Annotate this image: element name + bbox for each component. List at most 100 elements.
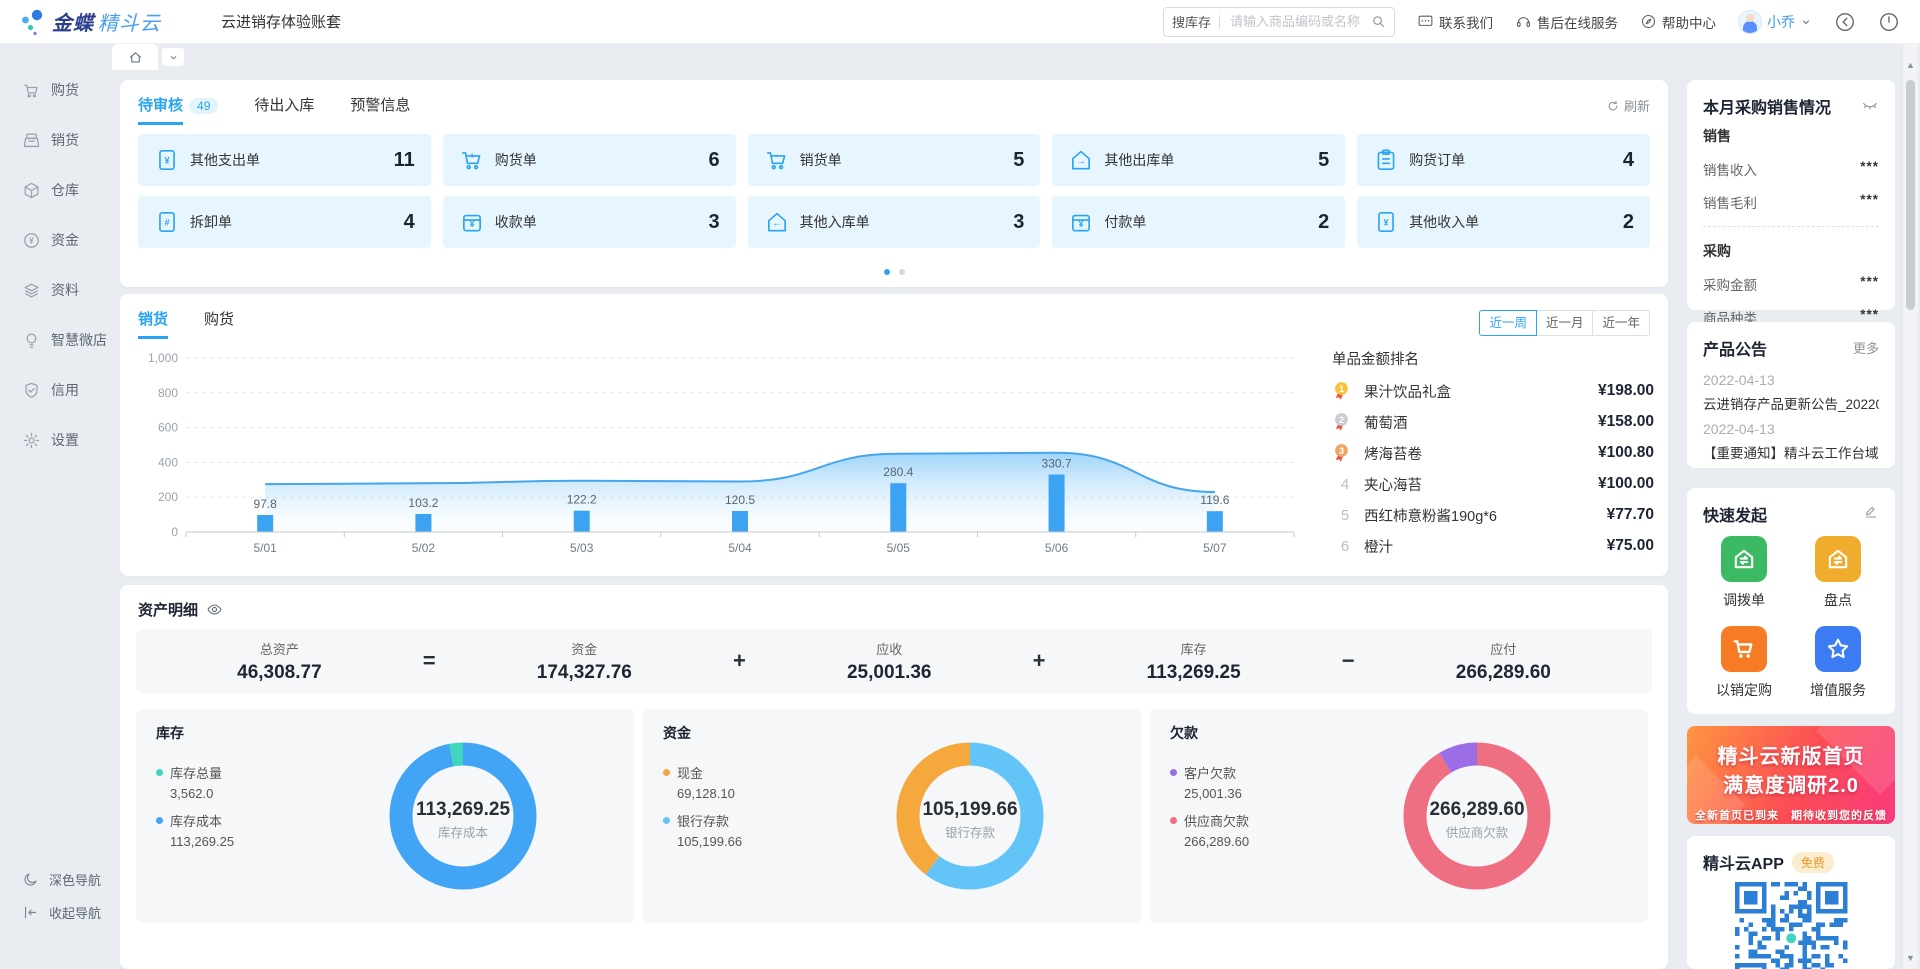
power-button[interactable] — [1878, 11, 1900, 33]
announcements-title: 产品公告 — [1703, 336, 1767, 360]
topbar-link-headset[interactable]: 售后在线服务 — [1515, 12, 1618, 32]
todo-card-count: 2 — [1318, 211, 1329, 234]
scrollbar-thumb[interactable] — [1906, 80, 1915, 310]
stat-value-masked: *** — [1860, 274, 1879, 294]
sidebar-footer-moon[interactable]: 深色导航 — [0, 868, 130, 890]
back-circle-button[interactable] — [1834, 11, 1856, 33]
todo-card-1[interactable]: ¥其他支出单11 — [138, 134, 431, 186]
quick-launch-title: 快速发起 — [1703, 502, 1767, 526]
page-scrollbar[interactable]: ▲ ▼ — [1902, 44, 1918, 969]
topbar-link-compass[interactable]: 帮助中心 — [1640, 12, 1716, 32]
todo-panel: 待审核49 待出入库 预警信息 刷新 ¥其他支出单11+购货单6−销货单5→其他出库… — [120, 80, 1668, 287]
topbar-link-message[interactable]: 联系我们 — [1417, 12, 1493, 32]
stat-value-masked: *** — [1860, 159, 1879, 179]
sidebar-item-2[interactable]: 销货 — [0, 128, 110, 152]
quick-item-1[interactable]: 调拨单 — [1697, 536, 1791, 610]
edit-pencil-icon[interactable] — [1863, 504, 1879, 520]
announcements-more-link[interactable]: 更多 — [1853, 338, 1879, 357]
sidebar-item-6[interactable]: 智慧微店 — [0, 328, 110, 352]
asset-box-title: 欠款 — [1170, 723, 1198, 743]
ranking-row-6[interactable]: 6橙汁¥75.00 — [1332, 537, 1654, 555]
sidebar-footer-collapse[interactable]: 收起导航 — [0, 901, 130, 923]
month-stat-row: 采购金额*** — [1703, 274, 1879, 294]
asset-box-title: 资金 — [663, 723, 691, 743]
todo-card-2[interactable]: +购货单6 — [443, 134, 736, 186]
equation-label: 库存 — [1147, 639, 1241, 658]
svg-text:600: 600 — [158, 421, 178, 435]
survey-banner[interactable]: 精斗云新版首页 满意度调研2.0 全新首页已到来 期待收到您的反馈 — [1687, 726, 1895, 824]
search-scope-label[interactable]: 搜库存 — [1172, 12, 1211, 31]
sidebar-item-7[interactable]: 信用 — [0, 378, 110, 402]
inventory-donut: 113,269.25库存成本 — [378, 731, 548, 901]
search-input[interactable] — [1228, 13, 1371, 30]
pager-dot-1[interactable] — [884, 269, 890, 275]
refresh-button[interactable]: 刷新 — [1606, 96, 1650, 115]
home-tab[interactable] — [112, 44, 158, 70]
equation-label: 总资产 — [237, 639, 322, 658]
svg-text:−: − — [774, 150, 779, 160]
eye-closed-icon[interactable] — [1861, 96, 1879, 114]
legend-item: 库存总量3,562.0 — [156, 763, 234, 801]
medal-icon: 1 — [1332, 381, 1358, 402]
todo-tab-1[interactable]: 待审核49 — [138, 94, 218, 125]
svg-text:800: 800 — [158, 386, 178, 400]
ranking-row-1[interactable]: 1果汁饮品礼盒¥198.00 — [1332, 382, 1654, 400]
debt-donut: 266,289.60供应商欠款 — [1392, 731, 1562, 901]
sidebar-item-5[interactable]: 资料 — [0, 278, 110, 302]
month-stat-row: 销售毛利*** — [1703, 192, 1879, 212]
tab-list-dropdown[interactable] — [162, 48, 184, 66]
sidebar-item-4[interactable]: ¥资金 — [0, 228, 110, 252]
todo-tab-2[interactable]: 待出入库 — [254, 94, 314, 125]
ranking-row-2[interactable]: 2葡萄酒¥158.00 — [1332, 413, 1654, 431]
search-icon[interactable] — [1371, 14, 1386, 29]
trend-tab-2[interactable]: 购货 — [204, 308, 234, 339]
equation-operator: + — [1033, 648, 1046, 674]
sidebar-item-1[interactable]: 购货 — [0, 78, 110, 102]
app-logo[interactable]: 金蝶 精斗云 — [20, 7, 161, 36]
filter-2[interactable]: 近一月 — [1536, 310, 1594, 336]
announcement-link[interactable]: 【重要通知】精斗云工作台域... — [1703, 442, 1879, 462]
legend-value: 69,128.10 — [677, 786, 742, 801]
sidebar-item-8[interactable]: 设置 — [0, 428, 110, 452]
todo-card-10[interactable]: ¥其他收入单2 — [1357, 196, 1650, 248]
svg-text:供应商欠款: 供应商欠款 — [1446, 825, 1509, 840]
todo-card-4[interactable]: →其他出库单5 — [1052, 134, 1345, 186]
todo-card-7[interactable]: ¥收款单3 — [443, 196, 736, 248]
eye-icon[interactable] — [206, 601, 223, 618]
equation-value: 113,269.25 — [1147, 662, 1241, 684]
sidebar-item-3[interactable]: 仓库 — [0, 178, 110, 202]
todo-card-6[interactable]: #拆卸单4 — [138, 196, 431, 248]
houseswap-icon — [1721, 536, 1767, 582]
filter-1[interactable]: 近一周 — [1479, 310, 1537, 336]
ranking-row-5[interactable]: 5西红柿意粉酱190g*6¥77.70 — [1332, 506, 1654, 524]
inventory-search[interactable]: 搜库存 — [1163, 7, 1395, 37]
trend-tab-1[interactable]: 销货 — [138, 308, 168, 339]
quick-item-3[interactable]: 以销定购 — [1697, 626, 1791, 700]
chevron-down-icon — [1800, 16, 1812, 28]
scroll-down-arrow[interactable]: ▼ — [1903, 953, 1918, 963]
legend-value: 3,562.0 — [170, 786, 234, 801]
svg-text:113,269.25: 113,269.25 — [416, 799, 510, 820]
pager-dot-2[interactable] — [899, 269, 905, 275]
equation-value: 174,327.76 — [537, 662, 632, 684]
equation-label: 资金 — [537, 639, 632, 658]
scroll-up-arrow[interactable]: ▲ — [1903, 60, 1918, 70]
todo-card-8[interactable]: ←其他入库单3 — [748, 196, 1041, 248]
legend-item: 库存成本113,269.25 — [156, 811, 234, 849]
filter-3[interactable]: 近一年 — [1592, 310, 1650, 336]
svg-text:1,000: 1,000 — [148, 351, 178, 365]
todo-card-9[interactable]: ¥付款单2 — [1052, 196, 1345, 248]
ranking-row-3[interactable]: 3烤海苔卷¥100.80 — [1332, 444, 1654, 462]
quick-item-4[interactable]: 增值服务 — [1791, 626, 1885, 700]
app-qr-card: 精斗云APP 免费 — [1687, 836, 1895, 969]
user-menu[interactable]: 小乔 — [1738, 10, 1812, 34]
svg-text:5/01: 5/01 — [253, 541, 277, 555]
announcement-link[interactable]: 云进销存产品更新公告_20220... — [1703, 393, 1879, 413]
ranking-row-4[interactable]: 4夹心海苔¥100.00 — [1332, 475, 1654, 493]
todo-card-3[interactable]: −销货单5 — [748, 134, 1041, 186]
quick-item-2[interactable]: 盘点 — [1791, 536, 1885, 610]
equation-item: 应付266,289.60 — [1456, 639, 1551, 684]
svg-text:+: + — [469, 150, 474, 160]
todo-card-5[interactable]: 购货订单4 — [1357, 134, 1650, 186]
todo-tab-3[interactable]: 预警信息 — [350, 94, 410, 125]
